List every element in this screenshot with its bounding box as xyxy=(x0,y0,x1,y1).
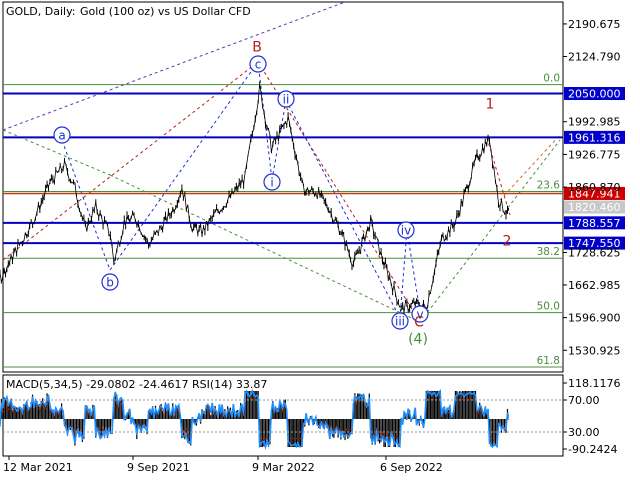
level-price-label: 1820.460 xyxy=(568,201,621,214)
level-price-label: 1961.316 xyxy=(568,131,621,144)
price-y-tick-label: 1926.775 xyxy=(568,148,621,161)
indicator-y-tick-label: 30.00 xyxy=(568,426,600,439)
price-y-tick-label: 1662.985 xyxy=(568,279,621,292)
wave-label: b xyxy=(106,276,114,290)
indicator-y-tick-label: -90.2424 xyxy=(568,443,617,456)
fib-level-label: 0.0 xyxy=(543,73,560,85)
fib-level-label: 38.2 xyxy=(537,246,560,258)
x-tick-label: 9 Mar 2022 xyxy=(252,461,315,474)
price-y-tick-label: 2190.675 xyxy=(568,18,621,31)
price-y-tick-label: 1596.900 xyxy=(568,312,621,325)
fib-level-label: 61.8 xyxy=(537,355,560,367)
level-price-label: 1788.557 xyxy=(568,217,621,230)
wave-label: c xyxy=(255,58,262,72)
price-y-tick-label: 1860.870 xyxy=(568,181,621,194)
chart-canvas: 0.023.638.250.061.8 2050.0001961.3161847… xyxy=(0,1,625,474)
symbol-description: Gold (100 oz) vs US Dollar CFD xyxy=(80,5,251,18)
wave-label: a xyxy=(58,129,65,143)
indicator-y-tick-label: 118.1176 xyxy=(568,377,621,390)
indicator-y-tick-label: 70.00 xyxy=(568,394,600,407)
price-y-tick-label: 2124.790 xyxy=(568,51,621,64)
x-tick-label: 12 Mar 2021 xyxy=(3,461,73,474)
fib-level-label: 23.6 xyxy=(537,179,561,191)
level-price-label: 2050.000 xyxy=(568,88,621,101)
x-axis: 12 Mar 2021 9 Sep 2021 9 Mar 2022 6 Sep 202… xyxy=(3,456,443,474)
wave-label: B xyxy=(252,40,262,56)
wave-label: 2 xyxy=(503,234,512,250)
wave-label: ii xyxy=(283,93,290,107)
fib-level-label: 50.0 xyxy=(537,301,560,313)
wave-label: iii xyxy=(395,315,405,329)
price-y-axis: 2190.675 2124.790 1992.985 1926.775 1860.870… xyxy=(563,18,621,357)
wave-label: iv xyxy=(401,224,411,238)
wave-label: 1 xyxy=(486,97,495,113)
wave-label: (4) xyxy=(408,332,428,348)
wave-label: i xyxy=(270,176,273,190)
price-y-tick-label: 1530.925 xyxy=(568,344,621,357)
x-tick-label: 9 Sep 2021 xyxy=(127,461,190,474)
indicator-title: MACD(5,34,5) -29.0802 -24.4617 RSI(14) 3… xyxy=(6,378,267,391)
price-panel-frame xyxy=(2,1,564,373)
symbol-label: GOLD, Daily: xyxy=(6,5,76,18)
price-y-tick-label: 1992.985 xyxy=(568,116,621,129)
price-y-tick-label: 1728.625 xyxy=(568,246,621,259)
wave-label: C xyxy=(414,315,424,331)
x-tick-label: 6 Sep 2022 xyxy=(380,461,443,474)
